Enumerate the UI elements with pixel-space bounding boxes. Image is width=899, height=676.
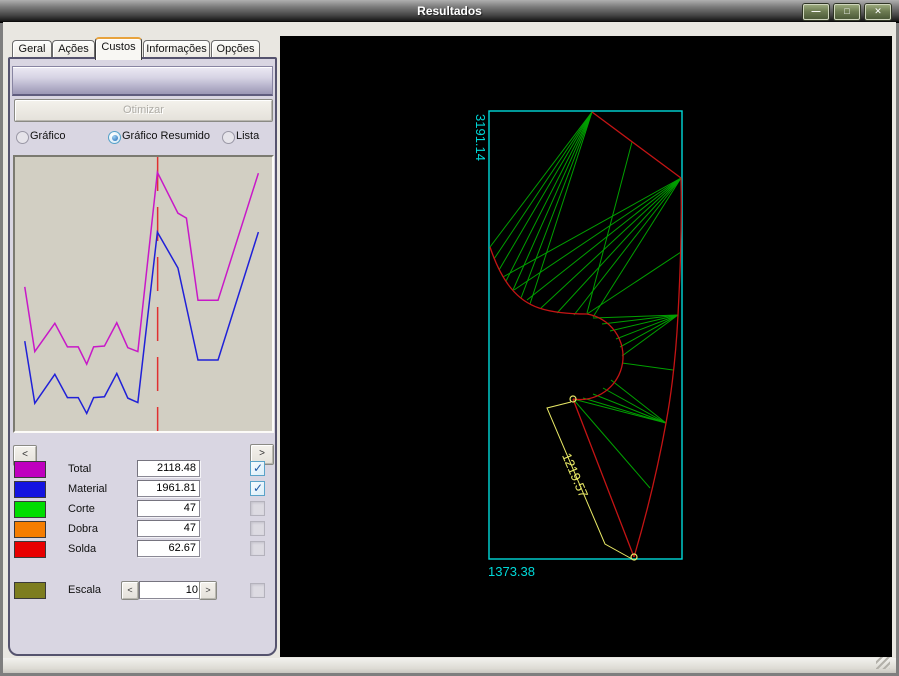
bend-line xyxy=(622,363,673,370)
dimension-label: 1219.57 xyxy=(559,451,591,500)
resize-grip[interactable] xyxy=(876,657,890,669)
corte-checkbox[interactable] xyxy=(250,501,265,516)
radio-grafico-resumido-label[interactable]: Gráfico Resumido xyxy=(122,130,210,142)
title-bar[interactable]: Resultados — □ ✕ xyxy=(0,0,899,23)
tab-opcoes[interactable]: Opções xyxy=(211,40,260,58)
tab-informacoes[interactable]: Informações xyxy=(143,40,210,58)
bend-line xyxy=(494,112,592,259)
part-outline xyxy=(592,112,681,178)
legend-row-material: Material 1961.81 xyxy=(10,480,275,500)
tab-geral[interactable]: Geral xyxy=(12,40,52,58)
close-button[interactable]: ✕ xyxy=(865,4,891,20)
resultados-window: { "window": { "title": "Resultados", "bu… xyxy=(0,0,899,676)
minimize-button[interactable]: — xyxy=(803,4,829,20)
total-label: Total xyxy=(68,463,91,475)
drawing-viewport[interactable]: 3191.14 1373.38 1219.57 xyxy=(280,36,892,657)
cost-chart xyxy=(13,155,274,433)
dobra-label: Dobra xyxy=(68,523,98,535)
bend-line xyxy=(603,388,666,423)
solda-value-field[interactable]: 62.67 xyxy=(137,540,200,557)
total-color-swatch xyxy=(14,461,46,478)
part-outline xyxy=(490,247,623,400)
solda-label: Solda xyxy=(68,543,96,555)
escala-decrement-button[interactable]: < xyxy=(121,581,139,600)
bend-line xyxy=(503,178,681,277)
bend-line xyxy=(499,112,592,270)
radio-grafico-resumido[interactable] xyxy=(108,131,121,144)
solda-checkbox[interactable] xyxy=(250,541,265,556)
window-bottom-edge xyxy=(3,658,896,673)
window-title: Resultados xyxy=(0,4,899,18)
nesting-drawing: 3191.14 1373.38 1219.57 xyxy=(280,36,892,657)
custos-tab-panel: Otimizar Gráfico Gráfico Resumido Lista … xyxy=(8,57,277,656)
escala-label: Escala xyxy=(68,584,101,596)
material-checkbox[interactable] xyxy=(250,481,265,496)
escala-row: Escala < 10 > xyxy=(10,581,275,601)
material-value-field[interactable]: 1961.81 xyxy=(137,480,200,497)
bend-line xyxy=(530,112,592,304)
dobra-color-swatch xyxy=(14,521,46,538)
corte-value-field[interactable]: 47 xyxy=(137,500,200,517)
solda-color-swatch xyxy=(14,541,46,558)
sheet-width-label: 1373.38 xyxy=(488,564,535,579)
radio-grafico-label[interactable]: Gráfico xyxy=(30,130,65,142)
escala-checkbox[interactable] xyxy=(250,583,265,598)
radio-lista[interactable] xyxy=(222,131,235,144)
legend-row-corte: Corte 47 xyxy=(10,500,275,520)
bend-line xyxy=(574,178,681,315)
escala-value-field[interactable]: 10 xyxy=(139,581,202,599)
bend-line xyxy=(527,178,681,300)
dobra-value-field[interactable]: 47 xyxy=(137,520,200,537)
tab-custos[interactable]: Custos xyxy=(95,37,142,60)
bend-line xyxy=(611,380,666,423)
radio-grafico[interactable] xyxy=(16,131,29,144)
bend-line xyxy=(583,398,666,423)
series-line-total xyxy=(25,172,259,364)
panel-header-bar[interactable] xyxy=(12,66,273,96)
material-label: Material xyxy=(68,483,107,495)
legend-row-total: Total 2118.48 xyxy=(10,460,275,480)
bend-line xyxy=(593,394,666,423)
dobra-checkbox[interactable] xyxy=(250,521,265,536)
total-checkbox[interactable] xyxy=(250,461,265,476)
radio-lista-label[interactable]: Lista xyxy=(236,130,259,142)
corte-label: Corte xyxy=(68,503,95,515)
bend-line xyxy=(620,315,678,347)
legend-row-dobra: Dobra 47 xyxy=(10,520,275,540)
view-mode-radios: Gráfico Gráfico Resumido Lista xyxy=(10,129,275,145)
corte-color-swatch xyxy=(14,501,46,518)
bend-line xyxy=(587,142,632,313)
window-controls: — □ ✕ xyxy=(803,4,891,20)
otimizar-button[interactable]: Otimizar xyxy=(14,99,273,122)
dimension-line xyxy=(547,402,632,559)
material-color-swatch xyxy=(14,481,46,498)
total-value-field[interactable]: 2118.48 xyxy=(137,460,200,477)
bend-line xyxy=(573,399,666,423)
bend-line xyxy=(506,112,592,281)
escala-increment-button[interactable]: > xyxy=(199,581,217,600)
legend-row-solda: Solda 62.67 xyxy=(10,540,275,560)
tab-acoes[interactable]: Ações xyxy=(52,40,95,58)
maximize-button[interactable]: □ xyxy=(834,4,860,20)
sheet-height-label: 3191.14 xyxy=(473,114,488,161)
cost-chart-plot xyxy=(15,157,272,431)
escala-color-swatch xyxy=(14,582,46,599)
